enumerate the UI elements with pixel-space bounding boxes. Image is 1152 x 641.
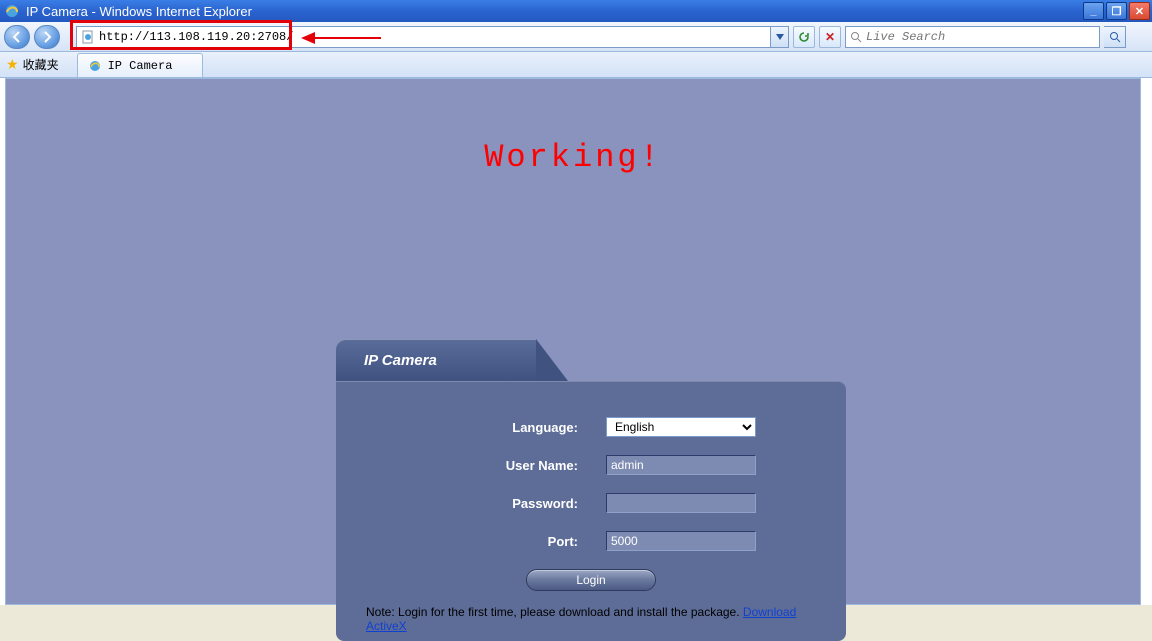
note-text: Note: Login for the first time, please d… bbox=[366, 605, 816, 633]
url-input[interactable] bbox=[99, 30, 766, 44]
window-titlebar: IP Camera - Windows Internet Explorer _ … bbox=[0, 0, 1152, 22]
tab-ip-camera[interactable]: IP Camera bbox=[77, 53, 204, 77]
tab-title: IP Camera bbox=[108, 59, 173, 73]
label-language: Language: bbox=[366, 420, 606, 435]
label-port: Port: bbox=[366, 534, 606, 549]
browser-viewport: Working! IP Camera Language: English Use… bbox=[0, 78, 1152, 605]
close-button[interactable]: ✕ bbox=[1129, 2, 1150, 20]
label-username: User Name: bbox=[366, 458, 606, 473]
port-input[interactable] bbox=[606, 531, 756, 551]
ie-logo-icon bbox=[4, 3, 20, 19]
nav-toolbar: ✕ bbox=[0, 22, 1152, 52]
password-input[interactable] bbox=[606, 493, 756, 513]
search-go-button[interactable] bbox=[1104, 26, 1126, 48]
window-title: IP Camera - Windows Internet Explorer bbox=[26, 4, 252, 19]
favorites-label: 收藏夹 bbox=[23, 56, 59, 73]
stop-button[interactable]: ✕ bbox=[819, 26, 841, 48]
forward-button[interactable] bbox=[34, 25, 60, 49]
page-body: Working! IP Camera Language: English Use… bbox=[5, 78, 1141, 605]
tab-favicon-icon bbox=[88, 59, 102, 73]
search-box[interactable] bbox=[845, 26, 1100, 48]
login-button[interactable]: Login bbox=[526, 569, 656, 591]
address-dropdown-button[interactable] bbox=[771, 26, 789, 48]
page-icon bbox=[81, 30, 95, 44]
refresh-button[interactable] bbox=[793, 26, 815, 48]
panel-header: IP Camera bbox=[336, 339, 536, 381]
maximize-button[interactable]: ❐ bbox=[1106, 2, 1127, 20]
banner-text: Working! bbox=[6, 139, 1140, 176]
language-select[interactable]: English bbox=[606, 417, 756, 437]
minimize-button[interactable]: _ bbox=[1083, 2, 1104, 20]
panel-title: IP Camera bbox=[364, 352, 437, 369]
search-icon bbox=[850, 31, 862, 43]
username-input[interactable] bbox=[606, 455, 756, 475]
star-icon: ★ bbox=[6, 56, 19, 73]
back-button[interactable] bbox=[4, 25, 30, 49]
tabs-toolbar: ★ 收藏夹 IP Camera bbox=[0, 52, 1152, 78]
favorites-button[interactable]: ★ 收藏夹 bbox=[6, 51, 59, 77]
search-input[interactable] bbox=[866, 30, 1095, 44]
login-panel: IP Camera Language: English User Name: P… bbox=[336, 339, 846, 641]
label-password: Password: bbox=[366, 496, 606, 511]
address-bar[interactable] bbox=[76, 26, 771, 48]
